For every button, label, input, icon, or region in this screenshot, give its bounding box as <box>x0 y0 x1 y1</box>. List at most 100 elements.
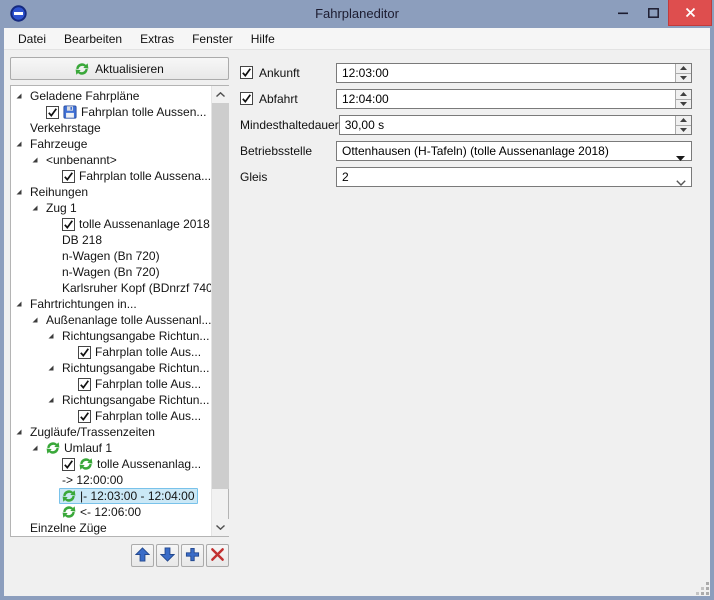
expander-icon[interactable] <box>46 395 59 405</box>
dropdown[interactable]: Ottenhausen (H-Tafeln) (tolle Aussenanla… <box>336 141 692 161</box>
delete-button[interactable] <box>206 544 229 567</box>
spin-down-button[interactable] <box>676 100 691 109</box>
combo-box[interactable]: 2 <box>336 167 692 187</box>
tree-item-label: Umlauf 1 <box>64 440 112 456</box>
content-area: Aktualisieren Geladene Fahrpläne Fahrpla… <box>4 50 710 596</box>
expander-icon[interactable] <box>30 443 43 453</box>
spin-up-button[interactable] <box>676 64 691 74</box>
minimize-button[interactable] <box>608 0 638 26</box>
spin-down-button[interactable] <box>676 126 691 135</box>
expander-icon[interactable] <box>14 187 27 197</box>
spin-input[interactable]: 12:04:00 <box>336 89 692 109</box>
tree-item[interactable]: Fahrplan tolle Aus... <box>11 376 211 392</box>
expander-icon[interactable] <box>46 363 59 373</box>
spin-up-button[interactable] <box>676 90 691 100</box>
spin-input[interactable]: 30,00 s <box>339 115 692 135</box>
scrollbar-thumb[interactable] <box>212 103 229 489</box>
checkbox[interactable] <box>240 92 254 106</box>
checkbox[interactable] <box>62 170 75 183</box>
tree-item[interactable]: Einzelne Züge <box>11 520 211 536</box>
title-bar[interactable]: Fahrplaneditor <box>0 0 714 28</box>
tree-item[interactable]: Richtungsangabe Richtun... <box>11 328 211 344</box>
menu-item-fenster[interactable]: Fenster <box>183 29 242 49</box>
tree-item[interactable]: Geladene Fahrpläne <box>11 88 211 104</box>
tree-item-label: tolle Aussenanlag... <box>97 456 201 472</box>
checkbox[interactable] <box>46 106 59 119</box>
expander-icon[interactable] <box>14 427 27 437</box>
tree-item[interactable]: <unbenannt> <box>11 152 211 168</box>
tree-item-label: Geladene Fahrpläne <box>30 88 139 104</box>
field-value: Ottenhausen (H-Tafeln) (tolle Aussenanla… <box>342 144 609 158</box>
field-value: 30,00 s <box>345 118 384 132</box>
tree-item[interactable]: |- 12:03:00 - 12:04:00 <box>11 488 211 504</box>
tree-item-label: |- 12:03:00 - 12:04:00 <box>80 488 195 504</box>
tree-item-label: Reihungen <box>30 184 88 200</box>
tree-item[interactable]: Richtungsangabe Richtun... <box>11 360 211 376</box>
tree-item[interactable]: tolle Aussenanlage 2018 <box>11 216 211 232</box>
spinner[interactable] <box>675 64 691 82</box>
refresh-button-label: Aktualisieren <box>95 62 164 76</box>
move-up-button[interactable] <box>131 544 154 567</box>
refresh-button[interactable]: Aktualisieren <box>10 57 229 80</box>
field-value: 2 <box>342 170 349 184</box>
tree-item[interactable]: Reihungen <box>11 184 211 200</box>
add-button[interactable] <box>181 544 204 567</box>
spinner[interactable] <box>675 116 691 134</box>
expander-icon[interactable] <box>30 203 43 213</box>
scroll-up-button[interactable] <box>212 86 229 103</box>
checkbox[interactable] <box>78 410 91 423</box>
maximize-button[interactable] <box>638 0 668 26</box>
checkbox[interactable] <box>62 458 75 471</box>
tree-scrollbar[interactable] <box>211 86 228 536</box>
tree-item[interactable]: -> 12:00:00 <box>11 472 211 488</box>
spin-down-button[interactable] <box>676 74 691 83</box>
checkbox[interactable] <box>78 346 91 359</box>
tree-item-label: -> 12:00:00 <box>62 472 123 488</box>
expander-icon[interactable] <box>14 139 27 149</box>
menu-item-extras[interactable]: Extras <box>131 29 183 49</box>
move-down-button[interactable] <box>156 544 179 567</box>
tree-item[interactable]: Fahrplan tolle Aus... <box>11 344 211 360</box>
scroll-down-button[interactable] <box>212 519 229 536</box>
tree-item[interactable]: Außenanlage tolle Aussenanl... <box>11 312 211 328</box>
checkbox[interactable] <box>62 218 75 231</box>
spin-up-button[interactable] <box>676 116 691 126</box>
tree-item[interactable]: Fahrzeuge <box>11 136 211 152</box>
menu-item-hilfe[interactable]: Hilfe <box>242 29 284 49</box>
tree-item[interactable]: Zugläufe/Trassenzeiten <box>11 424 211 440</box>
expander-icon[interactable] <box>30 155 43 165</box>
tree-item[interactable]: Fahrplan tolle Aussena... <box>11 168 211 184</box>
tree-item-label: Fahrzeuge <box>30 136 87 152</box>
form-row: Gleis 2 <box>240 167 692 187</box>
tree-item-label: Einzelne Züge <box>30 520 107 536</box>
expander-icon[interactable] <box>46 331 59 341</box>
tree-item[interactable]: tolle Aussenanlag... <box>11 456 211 472</box>
menu-bar: DateiBearbeitenExtrasFensterHilfe <box>4 28 710 50</box>
form-row: Abfahrt 12:04:00 <box>240 89 692 109</box>
tree-item[interactable]: n-Wagen (Bn 720) <box>11 264 211 280</box>
menu-item-bearbeiten[interactable]: Bearbeiten <box>55 29 131 49</box>
spin-input[interactable]: 12:03:00 <box>336 63 692 83</box>
expander-icon[interactable] <box>30 315 43 325</box>
tree-item[interactable]: Umlauf 1 <box>11 440 211 456</box>
tree-item[interactable]: Verkehrstage <box>11 120 211 136</box>
tree-item-label: Fahrplan tolle Aus... <box>95 344 201 360</box>
expander-icon[interactable] <box>14 91 27 101</box>
close-button[interactable] <box>668 0 712 26</box>
checkbox[interactable] <box>240 66 254 80</box>
spinner[interactable] <box>675 90 691 108</box>
checkbox[interactable] <box>78 378 91 391</box>
tree-item[interactable]: Fahrtrichtungen in... <box>11 296 211 312</box>
menu-item-datei[interactable]: Datei <box>9 29 55 49</box>
tree-item[interactable]: n-Wagen (Bn 720) <box>11 248 211 264</box>
tree-item[interactable]: Fahrplan tolle Aus... <box>11 408 211 424</box>
tree-item[interactable]: <- 12:06:00 <box>11 504 211 520</box>
plus-icon <box>185 547 200 565</box>
tree-item[interactable]: Karlsruher Kopf (BDnrzf 740) <box>11 280 211 296</box>
tree-item[interactable]: Richtungsangabe Richtun... <box>11 392 211 408</box>
expander-icon[interactable] <box>14 299 27 309</box>
tree-item[interactable]: Zug 1 <box>11 200 211 216</box>
tree-item[interactable]: Fahrplan tolle Aussen... <box>11 104 211 120</box>
resize-grip[interactable] <box>696 582 709 595</box>
tree-item[interactable]: DB 218 <box>11 232 211 248</box>
